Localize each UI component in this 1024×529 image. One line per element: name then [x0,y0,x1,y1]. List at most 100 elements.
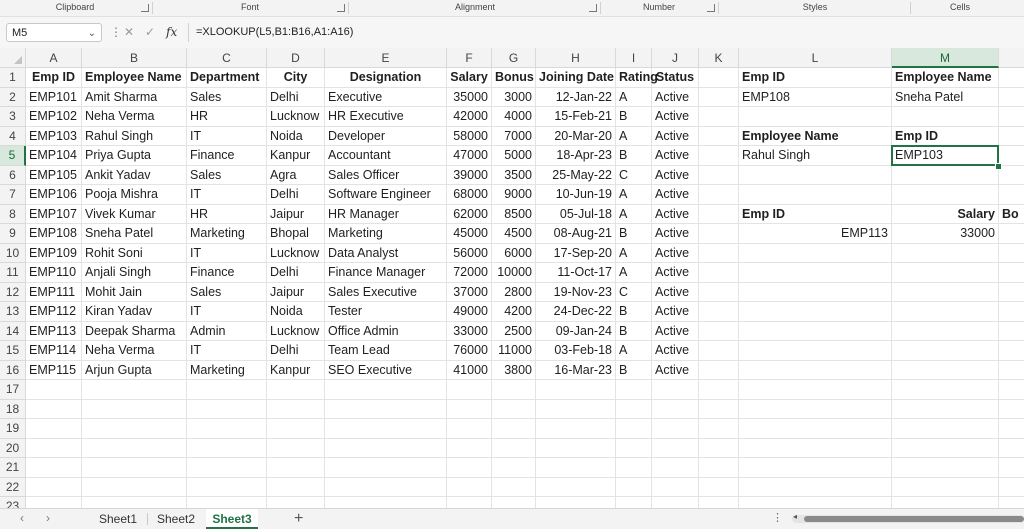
grid-cell[interactable] [699,165,739,185]
grid-cell[interactable] [999,263,1024,283]
tab-sheet3[interactable]: Sheet3 [206,509,258,529]
grid-cell[interactable] [652,438,699,458]
lookup2-header-emp-id[interactable]: Emp ID [892,126,999,146]
table-cell[interactable]: SEO Executive [325,360,447,380]
row-header-3[interactable]: 3 [0,107,26,127]
table-cell[interactable]: Pooja Mishra [82,185,187,205]
table-cell[interactable]: 76000 [447,341,492,361]
table-cell[interactable]: 7000 [492,126,536,146]
grid-cell[interactable] [616,419,652,439]
lookup3-header-emp-id[interactable]: Emp ID [739,204,892,224]
table-cell[interactable]: 9000 [492,185,536,205]
lookup2-result-emp-id[interactable]: EMP103 [892,146,999,166]
grid-cell[interactable] [26,477,82,497]
table-cell[interactable]: Delhi [267,263,325,283]
table-cell[interactable]: 62000 [447,204,492,224]
lookup1-header-emp-id[interactable]: Emp ID [739,68,892,88]
table-cell[interactable]: EMP108 [26,224,82,244]
table-cell[interactable]: Noida [267,126,325,146]
grid-cell[interactable] [699,126,739,146]
table-cell[interactable]: EMP114 [26,341,82,361]
row-header-21[interactable]: 21 [0,458,26,478]
table-cell[interactable]: 49000 [447,302,492,322]
table-cell[interactable]: 05-Jul-18 [536,204,616,224]
table-header-1[interactable]: Employee Name [82,68,187,88]
table-cell[interactable]: EMP101 [26,87,82,107]
grid-cell[interactable] [999,68,1024,88]
column-header-b[interactable]: B [82,48,187,68]
table-header-4[interactable]: Designation [325,68,447,88]
table-cell[interactable]: Rohit Soni [82,243,187,263]
grid-cell[interactable] [999,88,1024,107]
table-cell[interactable]: 12-Jan-22 [536,87,616,107]
grid-cell[interactable] [739,107,892,127]
row-header-10[interactable]: 10 [0,243,26,263]
column-header-k[interactable]: K [699,48,739,68]
grid-cell[interactable] [187,458,267,478]
grid-cell[interactable] [267,477,325,497]
table-cell[interactable]: 45000 [447,224,492,244]
grid-cell[interactable] [699,204,739,224]
grid-cell[interactable] [999,497,1024,508]
horizontal-scrollbar[interactable] [792,515,1024,523]
grid-cell[interactable] [999,146,1024,166]
column-header-i[interactable]: I [616,48,652,68]
table-cell[interactable]: HR Executive [325,107,447,127]
row-header-5[interactable]: 5 [0,146,26,166]
table-cell[interactable]: Kanpur [267,146,325,166]
grid-cell[interactable] [999,283,1024,302]
column-header-partial[interactable] [999,48,1024,68]
table-cell[interactable]: 10-Jun-19 [536,185,616,205]
grid-cell[interactable] [999,185,1024,205]
table-cell[interactable]: Marketing [187,224,267,244]
lookup3-input-emp-id[interactable]: EMP113 [739,224,892,244]
grid-cell[interactable] [739,321,892,341]
table-cell[interactable]: 18-Apr-23 [536,146,616,166]
table-cell[interactable]: B [616,107,652,127]
grid-cell[interactable] [699,185,739,205]
row-header-16[interactable]: 16 [0,360,26,380]
table-cell[interactable]: Agra [267,165,325,185]
tab-sheet1[interactable]: Sheet1 [92,509,144,529]
grid-cell[interactable] [699,224,739,244]
table-cell[interactable]: EMP113 [26,321,82,341]
grid-cell[interactable] [492,419,536,439]
table-cell[interactable]: EMP103 [26,126,82,146]
grid-cell[interactable] [325,399,447,419]
table-cell[interactable]: EMP111 [26,282,82,302]
table-cell[interactable]: A [616,87,652,107]
table-cell[interactable]: 16-Mar-23 [536,360,616,380]
grid-cell[interactable] [892,399,999,419]
scroll-left-arrow-icon[interactable]: ◂ [793,512,797,521]
table-cell[interactable]: 56000 [447,243,492,263]
table-cell[interactable]: Neha Verma [82,341,187,361]
table-cell[interactable]: HR Manager [325,204,447,224]
table-cell[interactable]: 20-Mar-20 [536,126,616,146]
grid-cell[interactable] [999,419,1024,439]
grid-cell[interactable] [892,380,999,400]
grid-cell[interactable] [447,477,492,497]
table-cell[interactable]: Vivek Kumar [82,204,187,224]
table-cell[interactable]: Active [652,224,699,244]
grid-cell[interactable] [699,243,739,263]
table-cell[interactable]: Marketing [187,360,267,380]
table-cell[interactable]: HR [187,107,267,127]
table-cell[interactable]: B [616,302,652,322]
table-cell[interactable]: Jaipur [267,282,325,302]
row-header-12[interactable]: 12 [0,282,26,302]
grid-cell[interactable] [447,399,492,419]
table-cell[interactable]: Ankit Yadav [82,165,187,185]
table-cell[interactable]: IT [187,126,267,146]
grid-cell[interactable] [652,497,699,508]
table-cell[interactable]: EMP112 [26,302,82,322]
grid-cell[interactable] [325,380,447,400]
add-sheet-button[interactable]: + [294,509,303,528]
grid-cell[interactable] [999,341,1024,361]
table-header-8[interactable]: Rating [616,68,658,88]
grid-cell[interactable] [699,380,739,400]
select-all-corner[interactable] [0,48,26,68]
lookup1-input-emp-id[interactable]: EMP108 [739,87,892,107]
fill-handle[interactable] [995,162,1002,170]
table-cell[interactable]: Sales [187,165,267,185]
row-header-23[interactable]: 23 [0,497,26,508]
